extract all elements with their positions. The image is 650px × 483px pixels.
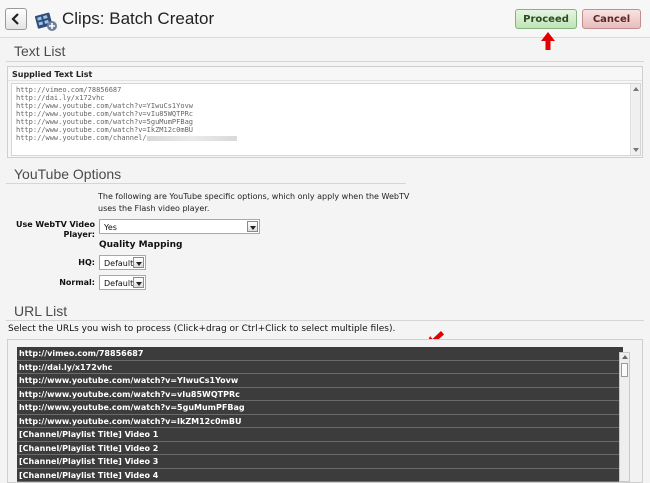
- divider: [6, 61, 644, 62]
- hq-label: HQ:: [78, 258, 95, 267]
- url-list-item[interactable]: [Channel/Playlist Title] Video 1: [17, 428, 623, 442]
- proceed-button[interactable]: Proceed: [515, 9, 577, 29]
- scrollbar-thumb[interactable]: [621, 363, 628, 377]
- text-line-redacted: http://www.youtube.com/channel/: [16, 134, 636, 142]
- url-list-heading: URL List: [14, 303, 68, 319]
- url-select-list[interactable]: http://vimeo.com/78856687 http://dai.ly/…: [17, 347, 623, 482]
- url-list-item[interactable]: [Channel/Playlist Title] Video 3: [17, 455, 623, 469]
- chevron-down-icon: [133, 277, 144, 288]
- url-list-instructions: Select the URLs you wish to process (Cli…: [8, 324, 396, 334]
- supplied-text-list-label: Supplied Text List: [8, 67, 642, 81]
- film-clip-icon: [34, 12, 57, 31]
- annotation-arrow-up-icon: [541, 32, 555, 50]
- text-line: http://dai.ly/x172vhc: [16, 94, 105, 102]
- url-list-scrollbar[interactable]: [619, 352, 630, 482]
- youtube-options-description: The following are YouTube specific optio…: [98, 192, 410, 213]
- divider: [6, 183, 406, 184]
- text-list-heading: Text List: [14, 43, 66, 59]
- chevron-left-icon: [11, 13, 19, 25]
- text-line: http://www.youtube.com/watch?v=YIwuCs1Yo…: [16, 102, 194, 110]
- url-list-item[interactable]: [Channel/Playlist Title] Video 4: [17, 468, 623, 482]
- cancel-button[interactable]: Cancel: [582, 9, 641, 29]
- supplied-text-textarea[interactable]: http://vimeo.com/78856687 http://dai.ly/…: [11, 83, 641, 156]
- url-list-item[interactable]: http://vimeo.com/78856687: [17, 347, 623, 361]
- url-list-item[interactable]: http://www.youtube.com/watch?v=IkZM12c0m…: [17, 414, 623, 428]
- text-line: http://www.youtube.com/watch?v=vIu85WQTP…: [16, 110, 194, 118]
- textarea-scrollbar[interactable]: [630, 84, 640, 155]
- supplied-text-list-panel: Supplied Text List http://vimeo.com/7885…: [7, 66, 643, 158]
- text-line: http://www.youtube.com/watch?v=IkZM12c0m…: [16, 126, 194, 134]
- url-list-item[interactable]: [Channel/Playlist Title] Video 2: [17, 441, 623, 455]
- redacted-block: [146, 135, 237, 141]
- back-button[interactable]: [5, 8, 27, 30]
- chevron-down-icon: [247, 221, 258, 232]
- youtube-options-heading: YouTube Options: [14, 166, 122, 182]
- text-line: http://vimeo.com/78856687: [16, 86, 122, 94]
- normal-select[interactable]: Default: [99, 275, 146, 290]
- url-list-box: http://vimeo.com/78856687 http://dai.ly/…: [7, 339, 643, 483]
- webtv-player-label: Use WebTV Video Player:: [15, 220, 95, 239]
- divider: [6, 320, 644, 321]
- page-title: Clips: Batch Creator: [62, 9, 215, 28]
- normal-label: Normal:: [59, 278, 95, 287]
- quality-mapping-heading: Quality Mapping: [99, 240, 183, 250]
- webtv-player-select[interactable]: Yes: [99, 219, 260, 234]
- text-line: http://www.youtube.com/watch?v=5guMumPFB…: [16, 118, 194, 126]
- url-list-item[interactable]: http://dai.ly/x172vhc: [17, 360, 623, 374]
- url-list-item[interactable]: http://www.youtube.com/watch?v=vIu85WQTP…: [17, 387, 623, 401]
- url-list-item[interactable]: http://www.youtube.com/watch?v=YIwuCs1Yo…: [17, 374, 623, 388]
- chevron-down-icon: [133, 257, 144, 268]
- url-list-item[interactable]: http://www.youtube.com/watch?v=5guMumPFB…: [17, 401, 623, 415]
- hq-select[interactable]: Default: [99, 255, 146, 270]
